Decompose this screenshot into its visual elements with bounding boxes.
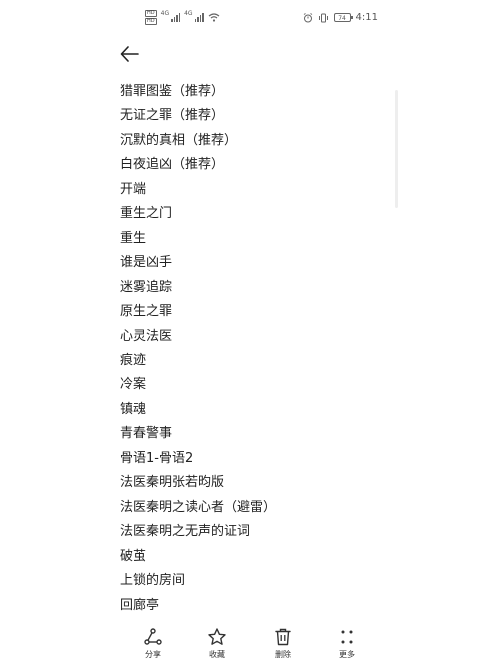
battery-icon: 74: [333, 13, 353, 22]
list-item: 迷雾追踪: [120, 279, 173, 295]
list-item: 谁是凶手: [120, 255, 173, 271]
vibrate-icon: [318, 13, 328, 22]
delete-label: 删除: [275, 650, 291, 659]
back-button[interactable]: [118, 42, 142, 66]
list-item: 法医秦明之读心者（避雷）: [120, 499, 277, 515]
star-icon: [208, 628, 226, 645]
signal-icon-2: [194, 13, 204, 22]
list-item: 原生之罪: [120, 304, 173, 320]
share-label: 分享: [145, 650, 161, 659]
list-item: 沉默的真相（推荐）: [120, 132, 238, 148]
arrow-left-icon: [120, 46, 139, 62]
status-left: HD HD 4G 4G: [145, 10, 220, 25]
network-type-1: 4G: [160, 10, 170, 17]
trash-icon: [275, 628, 291, 646]
sim2-badge: HD: [145, 18, 157, 25]
sim1-badge: HD: [145, 10, 157, 17]
share-button[interactable]: 分享: [128, 627, 178, 660]
signal-icon: [171, 13, 181, 22]
more-dots-icon: [341, 630, 353, 644]
list-item: 骨语1-骨语2: [120, 450, 194, 466]
list-item: 重生之门: [120, 206, 173, 222]
note-content[interactable]: 猎罪图鉴（推荐） 无证之罪（推荐） 沉默的真相（推荐） 白夜追凶（推荐） 开端 …: [120, 80, 276, 618]
list-item: 镇魂: [120, 401, 147, 417]
list-item: 白夜追凶（推荐）: [120, 157, 225, 173]
list-item: 法医秦明之无声的证词: [120, 524, 251, 540]
list-item: 冷案: [120, 377, 147, 393]
clock: 4:11: [355, 12, 378, 23]
list-item: 回廊亭: [120, 597, 160, 613]
list-item: 痕迹: [120, 352, 147, 368]
scrollbar[interactable]: [395, 90, 398, 208]
sim-indicators: HD HD: [145, 10, 157, 25]
list-item: 法医秦明张若昀版: [120, 475, 225, 491]
more-button[interactable]: 更多: [322, 627, 372, 660]
favorite-label: 收藏: [209, 650, 225, 659]
list-item: 猎罪图鉴（推荐）: [120, 84, 225, 99]
network-type-2: 4G: [184, 10, 193, 17]
list-item: 破茧: [120, 548, 147, 564]
favorite-button[interactable]: 收藏: [192, 627, 242, 660]
wifi-icon: [208, 13, 219, 22]
list-item: 重生: [120, 230, 147, 246]
bottom-toolbar: 分享 收藏 删除 更多: [0, 622, 500, 666]
status-bar: HD HD 4G 4G 74 4:11: [0, 0, 500, 38]
alarm-icon: [303, 12, 312, 22]
list-item: 开端: [120, 181, 147, 197]
list-item: 青春警事: [120, 426, 173, 442]
list-item: 心灵法医: [120, 328, 173, 344]
share-icon: [144, 628, 162, 645]
list-item: 无证之罪（推荐）: [120, 108, 225, 124]
status-right: 74 4:11: [303, 12, 378, 23]
more-label: 更多: [339, 650, 355, 659]
delete-button[interactable]: 删除: [258, 627, 308, 660]
list-item: 上锁的房间: [120, 573, 186, 589]
